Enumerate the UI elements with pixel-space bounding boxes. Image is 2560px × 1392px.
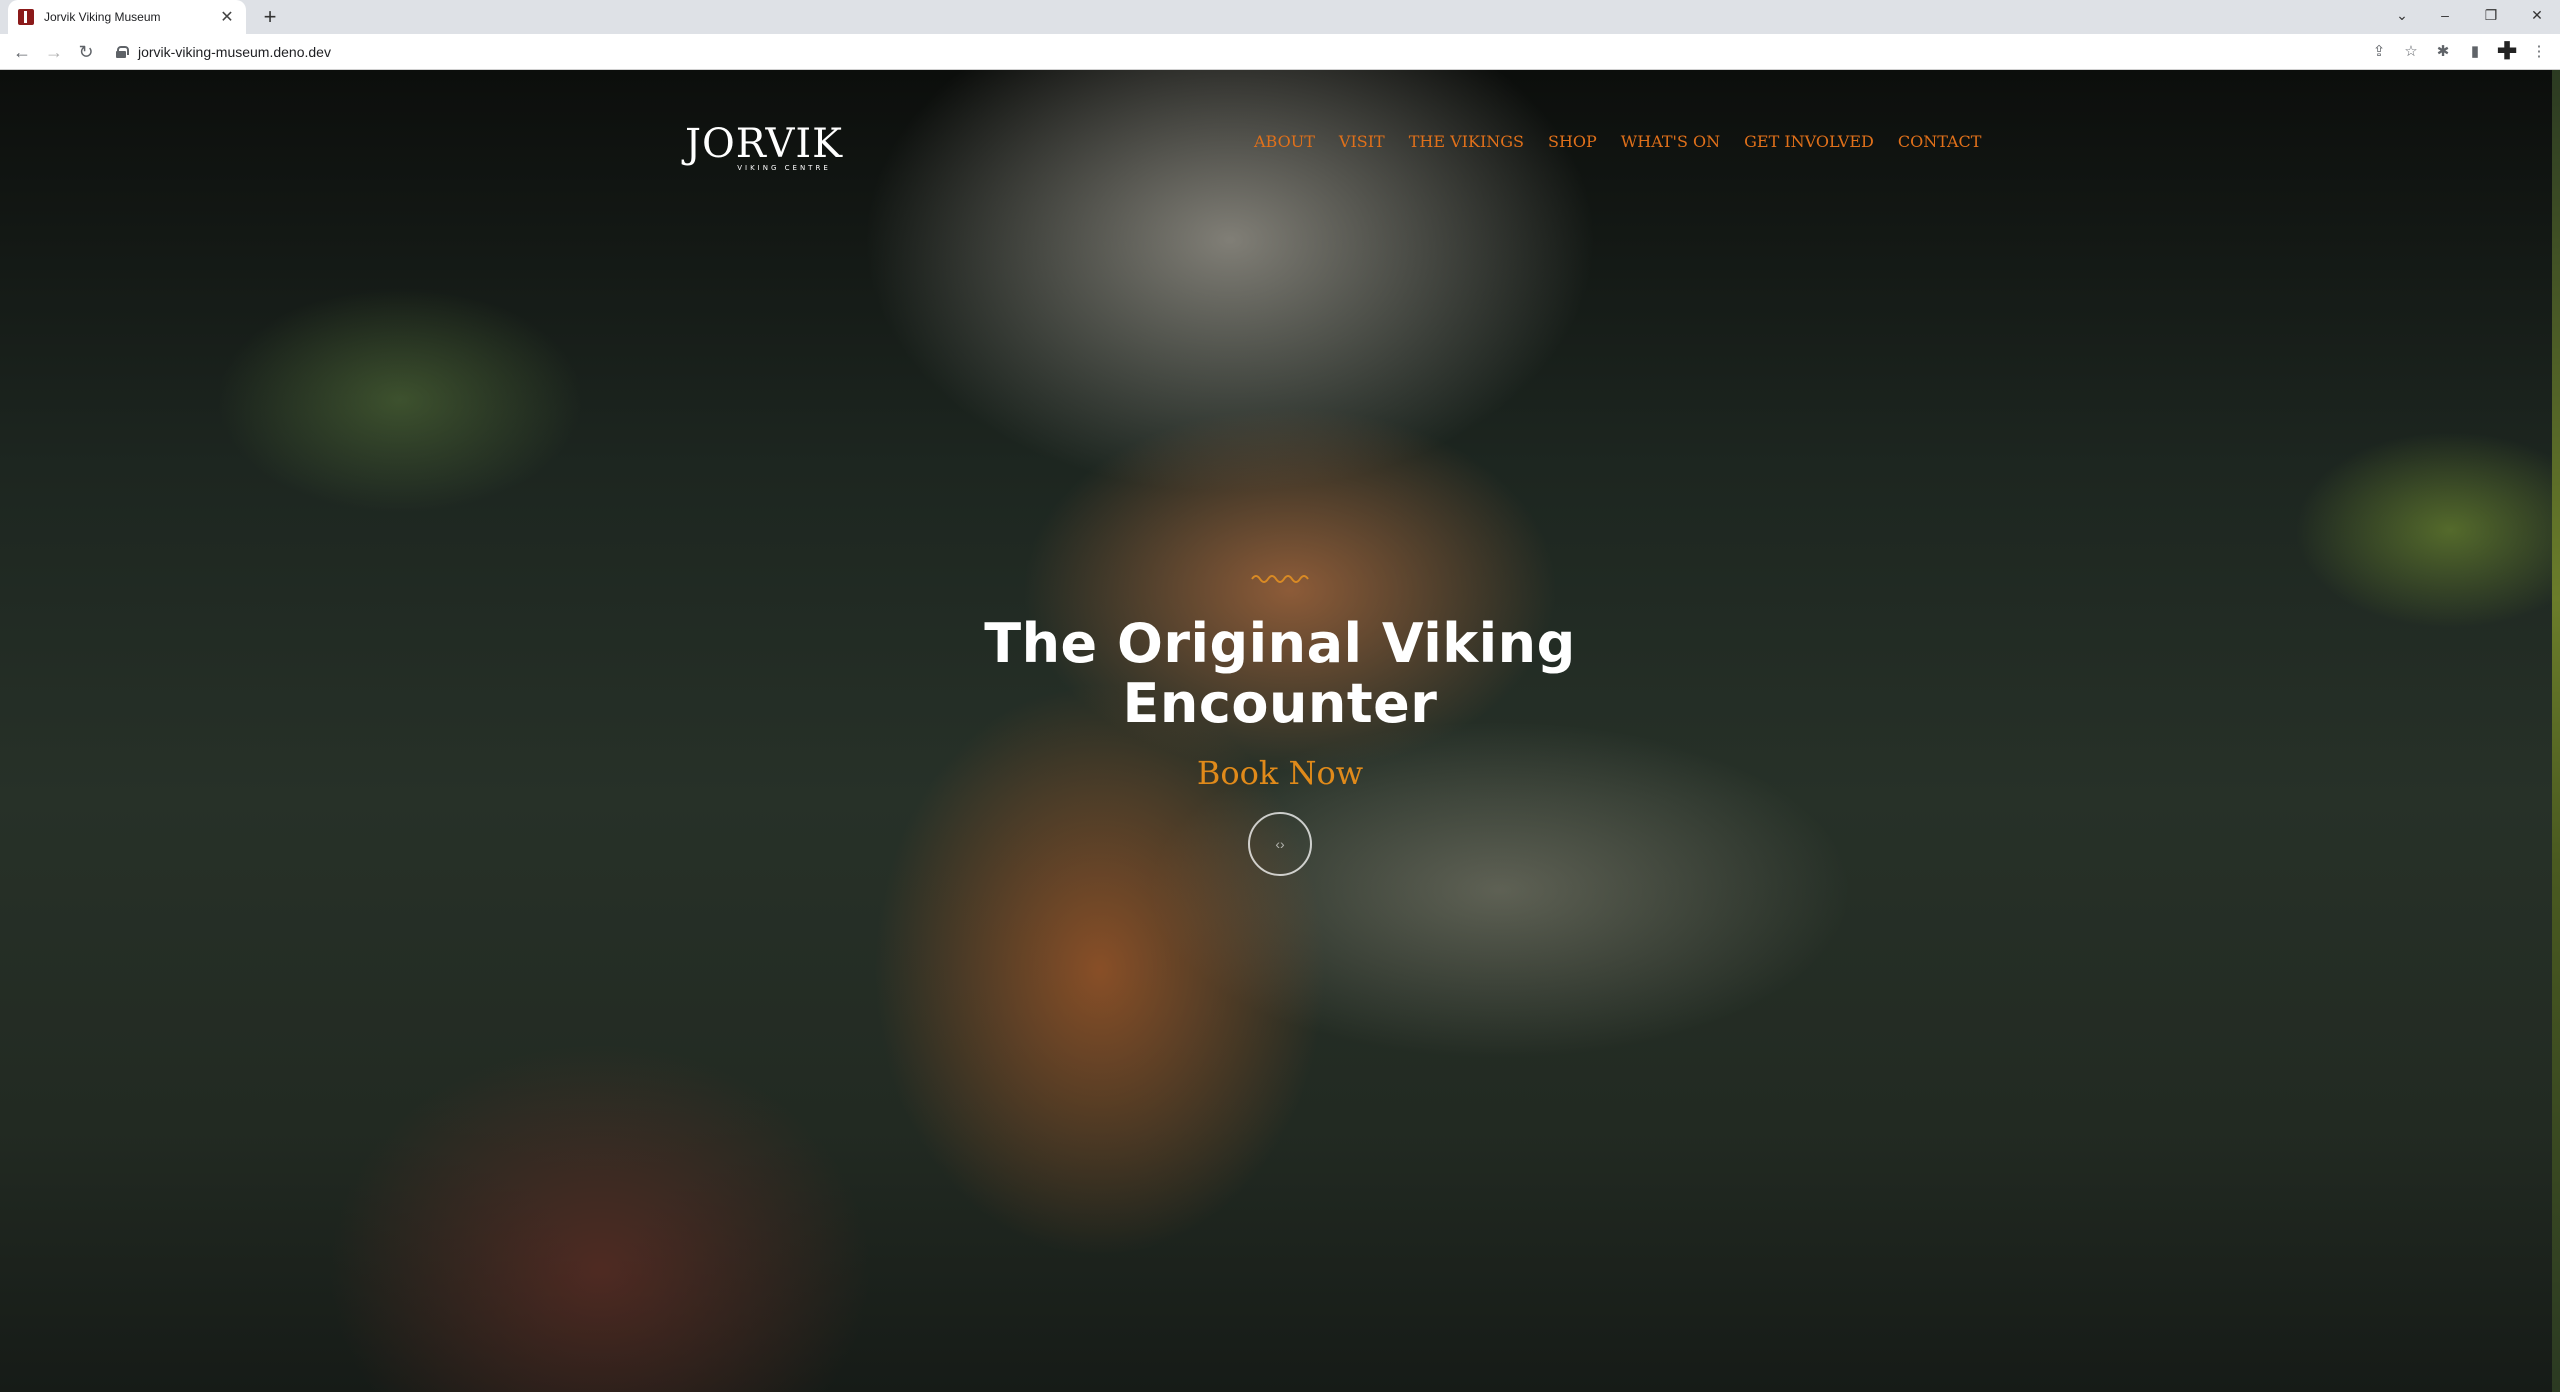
main-navigation: ABOUT VISIT THE VIKINGS SHOP WHAT'S ON G…: [1242, 132, 1993, 151]
hero-title: The Original Viking Encounter: [980, 614, 1580, 734]
new-tab-button[interactable]: +: [256, 4, 284, 30]
toolbar-icons: ⇪ ☆ ✱ ▮ ✚ ⋮: [2366, 40, 2552, 64]
page-scrollbar[interactable]: [2552, 70, 2560, 1392]
window-controls: ⌄ – ❐ ✕: [2382, 0, 2560, 34]
nav-about[interactable]: ABOUT: [1242, 132, 1327, 151]
close-window-icon[interactable]: ✕: [2514, 0, 2560, 30]
browser-toolbar: ← → ↻ jorvik-viking-museum.deno.dev ⇪ ☆ …: [0, 34, 2560, 70]
extensions-icon[interactable]: ✱: [2430, 40, 2456, 64]
minimize-icon[interactable]: –: [2422, 0, 2468, 30]
site-logo[interactable]: JORVIK VIKING CENTRE: [684, 122, 844, 186]
browser-menu-icon[interactable]: ⋮: [2526, 40, 2552, 64]
squiggle-divider-icon: [1251, 575, 1309, 583]
restore-icon[interactable]: ❐: [2468, 0, 2514, 30]
hero-content: The Original Viking Encounter Book Now ‹…: [980, 570, 1580, 876]
play-icon: ‹›: [1275, 836, 1285, 852]
tab-close-icon[interactable]: ✕: [218, 7, 236, 27]
share-icon[interactable]: ⇪: [2366, 40, 2392, 64]
nav-get-involved[interactable]: GET INVOLVED: [1732, 132, 1886, 151]
play-video-button[interactable]: ‹›: [1248, 812, 1312, 876]
side-panel-icon[interactable]: ▮: [2462, 40, 2488, 64]
nav-shop[interactable]: SHOP: [1536, 132, 1609, 151]
logo-subtitle: VIKING CENTRE: [737, 164, 831, 172]
hero-title-line-2: Encounter: [1122, 672, 1438, 735]
address-bar[interactable]: jorvik-viking-museum.deno.dev: [108, 38, 2368, 66]
nav-whats-on[interactable]: WHAT'S ON: [1609, 132, 1732, 151]
extension-plus-icon[interactable]: ✚: [2494, 40, 2520, 64]
tab-search-icon[interactable]: ⌄: [2382, 0, 2422, 30]
back-icon[interactable]: ←: [10, 40, 34, 64]
lock-icon[interactable]: [116, 46, 129, 58]
logo-wordmark: JORVIK: [684, 121, 844, 167]
browser-tabstrip: Jorvik Viking Museum ✕ + ⌄ – ❐ ✕: [0, 0, 2560, 34]
hero-title-line-1: The Original Viking: [984, 612, 1576, 675]
nav-contact[interactable]: CONTACT: [1886, 132, 1994, 151]
tab-title: Jorvik Viking Museum: [44, 10, 161, 24]
book-now-link[interactable]: Book Now: [1197, 754, 1363, 792]
site-favicon-icon: [18, 9, 34, 25]
hero-section: JORVIK VIKING CENTRE ABOUT VISIT THE VIK…: [0, 70, 2560, 1392]
forward-icon[interactable]: →: [42, 40, 66, 64]
browser-tab[interactable]: Jorvik Viking Museum ✕: [8, 0, 246, 34]
nav-visit[interactable]: VISIT: [1327, 132, 1397, 151]
reload-icon[interactable]: ↻: [74, 40, 98, 64]
nav-the-vikings[interactable]: THE VIKINGS: [1397, 132, 1536, 151]
url-text[interactable]: jorvik-viking-museum.deno.dev: [138, 44, 331, 60]
bookmark-star-icon[interactable]: ☆: [2398, 40, 2424, 64]
